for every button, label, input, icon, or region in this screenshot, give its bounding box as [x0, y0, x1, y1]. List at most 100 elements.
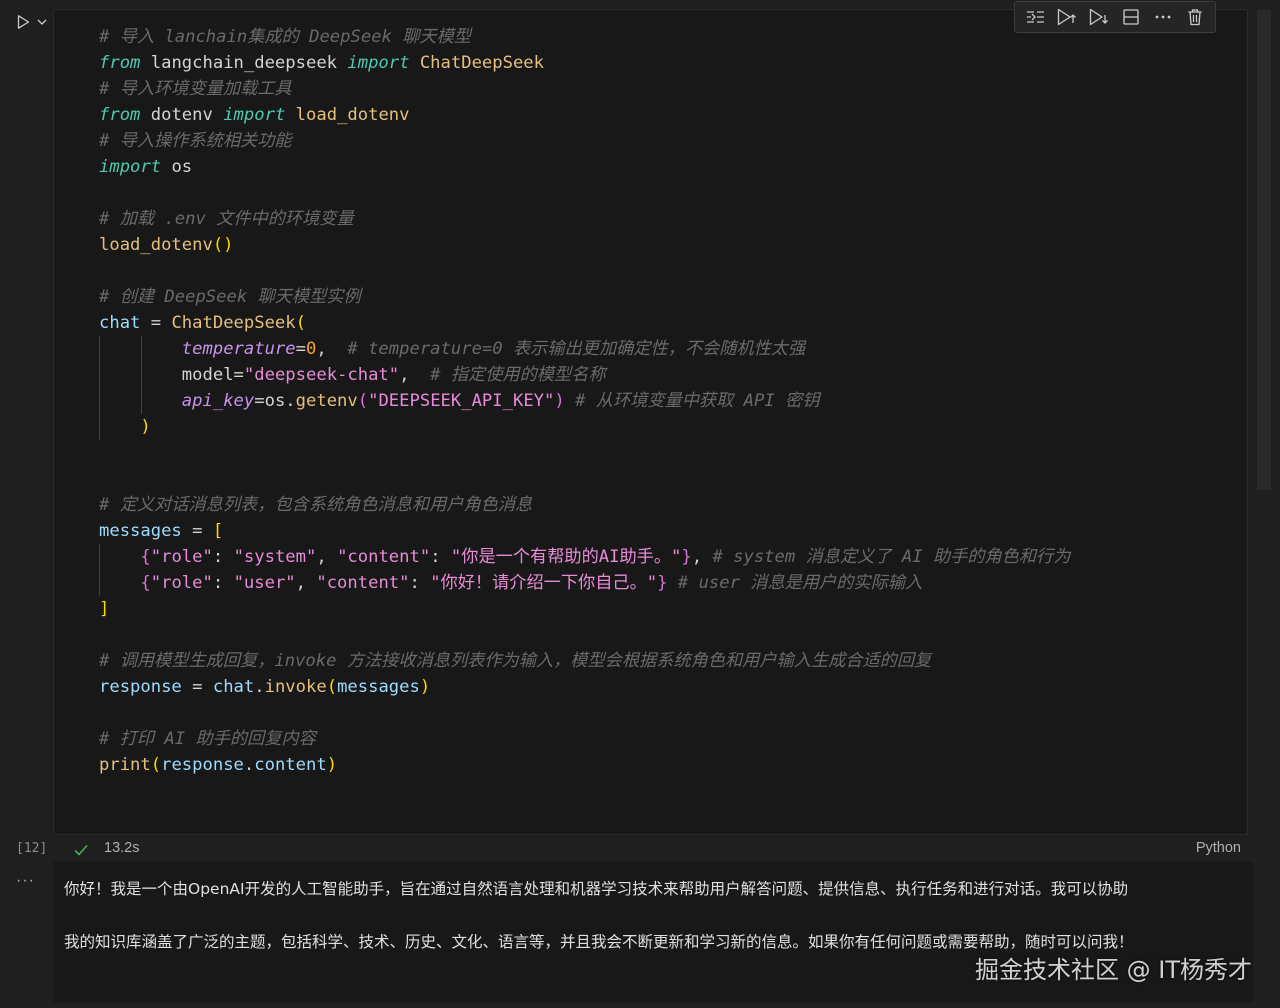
- code-token: import: [223, 105, 286, 125]
- code-token: api_key: [181, 391, 255, 411]
- code-content[interactable]: # 导入 lanchain集成的 DeepSeek 聊天模型 from langc…: [99, 24, 1070, 778]
- code-token: from: [99, 53, 141, 73]
- code-token: model: [181, 365, 234, 385]
- code-token: =: [233, 365, 244, 385]
- code-line: ]: [99, 596, 1070, 622]
- notebook-view: # 导入 lanchain集成的 DeepSeek 聊天模型 from langc…: [0, 0, 1280, 1008]
- code-token: response: [99, 677, 182, 697]
- code-token: getenv: [295, 391, 358, 411]
- code-token: ,: [316, 339, 348, 359]
- code-token: "role": [150, 547, 213, 567]
- code-token: # user 消息是用户的实际输入: [677, 573, 923, 593]
- code-token: =: [181, 677, 213, 697]
- code-token: .: [254, 677, 265, 697]
- code-token: # 指定使用的模型名称: [430, 365, 606, 385]
- code-token: os: [264, 391, 286, 411]
- code-token: invoke: [264, 677, 327, 697]
- code-line: print(response.content): [99, 752, 1070, 778]
- code-token: import: [99, 157, 162, 177]
- execute-above-button[interactable]: [1022, 4, 1048, 30]
- code-token: load_dotenv: [295, 105, 410, 125]
- code-token: # 导入操作系统相关功能: [99, 131, 292, 151]
- code-line: chat = ChatDeepSeek(: [99, 310, 1070, 336]
- code-token: # 导入环境变量加载工具: [99, 79, 292, 99]
- more-actions-button[interactable]: [1150, 4, 1176, 30]
- cell-language-selector[interactable]: Python: [1196, 840, 1241, 856]
- code-token: ,: [295, 573, 317, 593]
- code-line: # 加载 .env 文件中的环境变量: [99, 206, 1070, 232]
- code-token: ChatDeepSeek: [171, 313, 296, 333]
- code-token: ,: [316, 547, 338, 567]
- code-line: response = chat.invoke(messages): [99, 674, 1070, 700]
- code-token: .: [285, 391, 296, 411]
- code-token: [: [212, 521, 224, 541]
- code-token: =: [254, 391, 265, 411]
- code-line: ): [99, 414, 1070, 440]
- cell-toolbar: [1014, 1, 1216, 33]
- chevron-down-icon: [37, 19, 47, 25]
- code-token: print: [99, 755, 151, 775]
- code-token: # temperature=0 表示输出更加确定性，不会随机性太强: [347, 339, 806, 359]
- output-text-line: 我的知识库涵盖了广泛的主题，包括科学、技术、历史、文化、语言等，并且我会不断更新…: [64, 933, 1134, 951]
- run-options-dropdown[interactable]: [36, 14, 48, 30]
- code-token: "deepseek-chat": [243, 365, 400, 385]
- code-line: {"role": "user", "content": "你好！请介绍一下你自己…: [99, 570, 1070, 596]
- run-cells-above-icon: [1057, 8, 1076, 26]
- code-token: ,: [691, 547, 713, 567]
- code-token: ]: [99, 599, 110, 619]
- code-token: :: [430, 547, 451, 567]
- scrollbar-thumb[interactable]: [1257, 10, 1271, 490]
- watermark: 掘金技术社区 @ IT杨秀才: [975, 956, 1252, 984]
- code-token: (): [212, 235, 234, 255]
- run-cell-button[interactable]: [13, 12, 33, 32]
- code-token: # 定义对话消息列表，包含系统角色消息和用户角色消息: [99, 495, 533, 515]
- code-token: (: [357, 391, 369, 411]
- code-token: "你是一个有帮助的AI助手。": [450, 547, 682, 567]
- code-token: content: [254, 755, 327, 775]
- code-token: messages: [337, 677, 420, 697]
- split-cell-icon: [1123, 9, 1139, 25]
- output-more-actions-button[interactable]: ···: [16, 872, 35, 890]
- code-token: # system 消息定义了 AI 助手的角色和行为: [712, 547, 1071, 567]
- split-cell-button[interactable]: [1118, 4, 1144, 30]
- code-line: from langchain_deepseek import ChatDeepS…: [99, 50, 1070, 76]
- code-token: import: [347, 53, 410, 73]
- code-token: # 打印 AI 助手的回复内容: [99, 729, 316, 749]
- run-below-button[interactable]: [1086, 4, 1112, 30]
- code-token: {: [140, 547, 151, 567]
- code-token: # 导入 lanchain集成的 DeepSeek 聊天模型: [99, 27, 471, 47]
- code-token: ChatDeepSeek: [419, 53, 545, 73]
- code-cell-editor[interactable]: # 导入 lanchain集成的 DeepSeek 聊天模型 from langc…: [53, 9, 1248, 835]
- play-icon: [17, 15, 30, 29]
- delete-cell-button[interactable]: [1182, 4, 1208, 30]
- code-line: temperature=0, # temperature=0 表示输出更加确定性…: [99, 336, 1070, 362]
- delete-cell-icon: [1188, 9, 1202, 26]
- code-token: :: [409, 573, 431, 593]
- code-token: "system": [233, 547, 317, 567]
- code-line: messages = [: [99, 518, 1070, 544]
- code-token: :: [212, 573, 234, 593]
- code-token: (: [326, 677, 338, 697]
- code-line: api_key=os.getenv("DEEPSEEK_API_KEY") # …: [99, 388, 1070, 414]
- code-token: {: [140, 573, 151, 593]
- code-token: response: [161, 755, 244, 775]
- code-line: model="deepseek-chat", # 指定使用的模型名称: [99, 362, 1070, 388]
- code-token: # 加载 .env 文件中的环境变量: [99, 209, 354, 229]
- code-token: from: [99, 105, 141, 125]
- code-line: # 定义对话消息列表，包含系统角色消息和用户角色消息: [99, 492, 1070, 518]
- code-token: "你好！请介绍一下你自己。": [430, 573, 658, 593]
- check-icon: [74, 844, 88, 856]
- run-above-button[interactable]: [1054, 4, 1080, 30]
- code-line: {"role": "system", "content": "你是一个有帮助的A…: [99, 544, 1070, 570]
- code-token: # 创建 DeepSeek 聊天模型实例: [99, 287, 361, 307]
- code-line: # 打印 AI 助手的回复内容: [99, 726, 1070, 752]
